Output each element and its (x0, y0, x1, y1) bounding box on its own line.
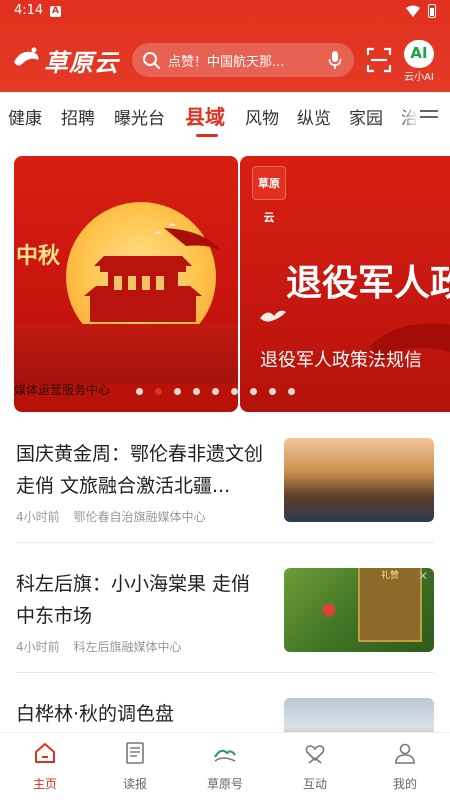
logo-swirl-icon (14, 47, 39, 66)
floating-ad[interactable]: 大美敖汉 生态礼赞 (358, 568, 422, 642)
carousel-dot[interactable] (250, 388, 257, 395)
news-thumbnail[interactable] (284, 698, 434, 732)
news-title[interactable]: 科左后旗：小小海棠果 走俏中东市场 (16, 568, 266, 632)
nav-grassland[interactable]: 草原号 (180, 733, 270, 800)
status-bar: 4:14 A (0, 0, 450, 24)
status-time: 4:14 (14, 3, 44, 18)
ai-assistant-button[interactable]: AI 云小AI (398, 40, 440, 84)
carousel-dot[interactable] (174, 388, 181, 395)
nav-label: 草原号 (206, 777, 243, 791)
sea-waves (14, 324, 238, 384)
nav-profile[interactable]: 我的 (360, 733, 450, 800)
more-tabs-icon[interactable] (420, 110, 438, 124)
scan-icon[interactable] (366, 47, 392, 73)
main-feed: 中秋 媒体运营服务中心 草原云 退役军人政 退役军人政策法规信 国庆黄金周：鄂伦… (0, 140, 450, 732)
news-item[interactable]: 科左后旗：小小海棠果 走俏中东市场 4小时前 科左后旗融媒体中心 大美敖汉 生态… (16, 568, 434, 678)
news-meta: 4小时前 鄂伦春自治旗融媒体中心 (16, 508, 215, 525)
carousel-dot-active[interactable] (155, 388, 162, 395)
divider (16, 672, 434, 673)
search-bar[interactable]: 点赞！中国航天那... (132, 43, 354, 77)
tab-overview[interactable]: 纵览 (297, 104, 331, 129)
slide-subtitle: 退役军人政策法规信 (260, 350, 422, 371)
tab-jobs[interactable]: 招聘 (61, 104, 95, 129)
nav-home[interactable]: 主页 (0, 733, 90, 800)
ai-badge: AI (404, 40, 434, 68)
carousel-dot[interactable] (212, 388, 219, 395)
microphone-icon[interactable] (328, 50, 342, 70)
ai-label: 云小AI (404, 72, 434, 83)
heart-hands-icon (305, 745, 325, 764)
logo-text: 草原云 (44, 48, 119, 77)
nav-label: 我的 (392, 777, 417, 791)
news-item[interactable]: 国庆黄金周：鄂伦春非遗文创走俏 文旅融合激活北疆... 4小时前 鄂伦春自治旗融… (16, 438, 434, 548)
nav-newspaper[interactable]: 读报 (90, 733, 180, 800)
tab-health[interactable]: 健康 (8, 104, 42, 129)
news-title[interactable]: 国庆黄金周：鄂伦春非遗文创走俏 文旅融合激活北疆... (16, 438, 266, 502)
banner-slide-mid-autumn[interactable]: 中秋 媒体运营服务中心 (14, 156, 238, 412)
carousel-dot[interactable] (269, 388, 276, 395)
nav-interact[interactable]: 互动 (270, 733, 360, 800)
nav-label: 互动 (302, 777, 327, 791)
bottom-nav: 主页 读报 草原号 互动 我的 (0, 732, 450, 800)
ai-badge-text: AI (410, 44, 428, 62)
active-tab-indicator (196, 134, 218, 137)
carousel-dot[interactable] (193, 388, 200, 395)
app-header: 4:14 A 草原云 点赞！中国航天那... AI 云小AI (0, 0, 450, 92)
dove-icon (260, 310, 286, 322)
news-meta: 4小时前 科左后旗融媒体中心 (16, 638, 191, 655)
news-time: 4小时前 (16, 510, 60, 524)
home-icon (35, 743, 55, 763)
nav-label: 读报 (122, 777, 147, 791)
notification-a-icon: A (50, 6, 61, 17)
app-logo[interactable]: 草原云 (12, 40, 124, 77)
person-icon (395, 743, 415, 764)
grassland-icon (214, 749, 236, 762)
newspaper-icon (126, 742, 144, 764)
banner-slide-veterans[interactable]: 草原云 退役军人政 退役军人政策法规信 (240, 156, 450, 412)
news-source: 鄂伦春自治旗融媒体中心 (73, 510, 206, 524)
search-placeholder[interactable]: 点赞！中国航天那... (168, 51, 318, 70)
banner-carousel[interactable]: 中秋 媒体运营服务中心 草原云 退役军人政 退役军人政策法规信 (0, 156, 450, 412)
carousel-dot[interactable] (136, 388, 143, 395)
carousel-dot[interactable] (288, 388, 295, 395)
slide-logo: 草原云 (252, 166, 286, 224)
battery-icon (428, 4, 436, 18)
news-thumbnail[interactable]: 大美敖汉 生态礼赞 ✕ (284, 568, 434, 652)
news-time: 4小时前 (16, 640, 60, 654)
slide-headline: 退役军人政 (286, 262, 450, 304)
tab-exposure[interactable]: 曝光台 (114, 104, 165, 129)
news-thumbnail[interactable] (284, 438, 434, 522)
category-tabs: 健康 招聘 曝光台 县域 风物 纵览 家园 治 (0, 92, 450, 140)
divider (16, 542, 434, 543)
news-source: 科左后旗融媒体中心 (73, 640, 182, 654)
tab-scenery[interactable]: 风物 (245, 104, 279, 129)
ad-text: 大美敖汉 生态礼赞 (362, 568, 419, 581)
news-title[interactable]: 白桦林·秋的调色盘 (16, 698, 266, 730)
tab-home[interactable]: 家园 (349, 104, 383, 129)
search-icon (143, 52, 160, 69)
wifi-icon (406, 5, 420, 17)
nav-label: 主页 (32, 777, 57, 791)
tab-county[interactable]: 县域 (185, 101, 225, 130)
slide-caption: 媒体运营服务中心 (14, 383, 111, 397)
close-ad-icon[interactable]: ✕ (418, 570, 430, 582)
news-item[interactable]: 白桦林·秋的调色盘 (16, 698, 434, 732)
carousel-dot[interactable] (231, 388, 238, 395)
